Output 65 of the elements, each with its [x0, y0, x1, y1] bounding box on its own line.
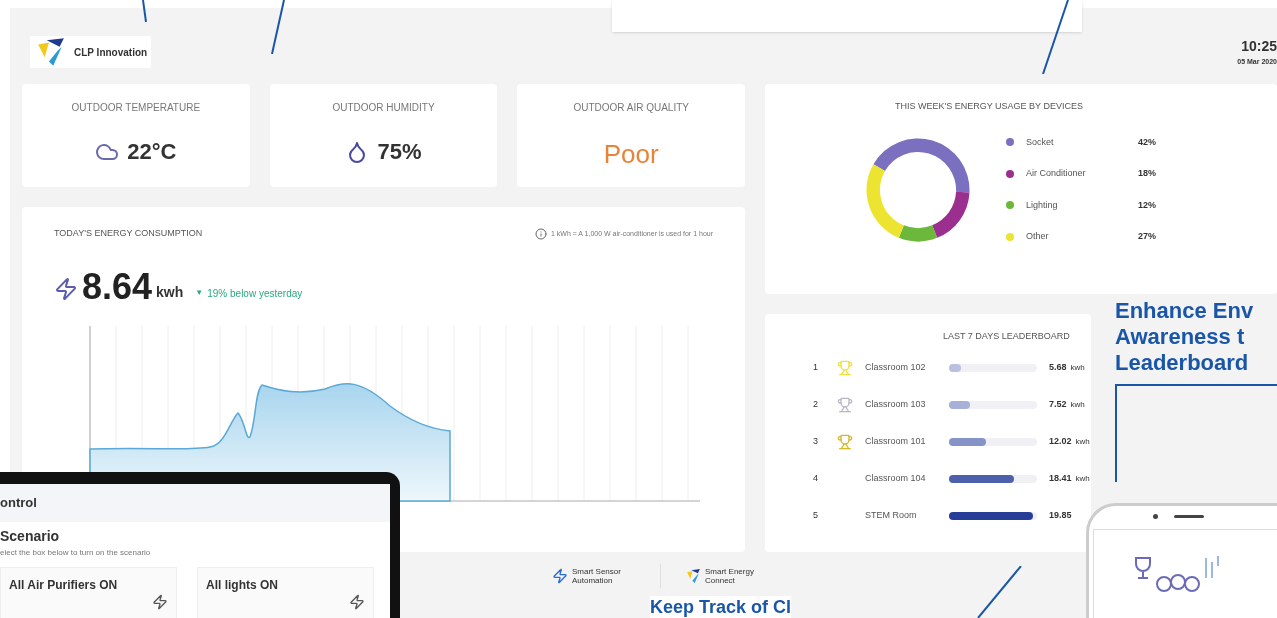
lightning-icon [349, 594, 365, 610]
scenario-label: All lights ON [206, 577, 279, 594]
rank-number: 2 [813, 397, 819, 411]
camera-icon [1153, 514, 1158, 519]
leader-line [271, 0, 285, 54]
stat-value: Poor [603, 138, 659, 171]
room-name: Classroom 103 [865, 397, 927, 411]
clock-time: 10:25 [1241, 37, 1277, 56]
usage-value: 7.52 [1049, 397, 1067, 411]
legend-value: 12% [1138, 198, 1156, 212]
usage-value: 18.41 [1049, 471, 1072, 485]
rank-number: 3 [813, 434, 819, 448]
legend-label: Lighting [1026, 198, 1059, 212]
stat-label: OUTDOOR HUMIDITY [332, 101, 435, 115]
rank-number: 4 [813, 471, 819, 485]
stat-label: OUTDOOR AIR QUALITY [573, 101, 689, 115]
scenario-card[interactable]: All Air Purifiers ON [0, 567, 177, 618]
tablet-title: ontrol [0, 494, 37, 513]
usage-unit: kwh [1070, 361, 1085, 374]
energy-title: TODAY'S ENERGY CONSUMPTION [54, 227, 203, 240]
usage-unit: kwh [1075, 435, 1090, 448]
stat-value: 75% [377, 138, 422, 166]
usage-unit: kwh [1070, 398, 1085, 411]
room-name: Classroom 102 [865, 360, 927, 374]
legend-value: 42% [1138, 135, 1156, 149]
usage-value: 19.85 [1049, 508, 1072, 522]
energy-value: 8.64 [82, 268, 153, 305]
stat-value: 22°C [127, 138, 177, 166]
usage-unit: kwh [1075, 472, 1090, 485]
legend-value: 18% [1138, 167, 1156, 180]
info-icon [534, 227, 547, 240]
usage-value: 5.68 [1049, 360, 1067, 374]
leader-line [977, 566, 1022, 618]
legend-label: Other [1026, 230, 1050, 243]
rank-number: 5 [813, 508, 819, 522]
callout-heading: Enhance Env [1115, 298, 1255, 324]
room-name: Classroom 104 [865, 471, 927, 485]
trend-text: 19% below yesterday [207, 286, 303, 301]
brand-name: CLP Innovation [74, 45, 148, 60]
room-name: Classroom 101 [865, 434, 927, 448]
scenario-card[interactable]: All lights ON [197, 567, 374, 618]
devices-title: THIS WEEK'S ENERGY USAGE BY DEVICES [895, 100, 1083, 113]
legend-label: Socket [1026, 135, 1055, 149]
legend-value: 27% [1138, 230, 1156, 243]
scenario-hint: elect the box below to turn on the scenario [0, 547, 152, 559]
callout-heading: Awareness t [1115, 324, 1246, 350]
lightning-icon [552, 568, 568, 584]
logo-icon [685, 568, 701, 584]
scenario-heading: Scenario [0, 527, 61, 546]
leader-line [142, 0, 147, 22]
stat-label: OUTDOOR TEMPERATURE [71, 101, 201, 115]
usage-value: 12.02 [1049, 434, 1072, 448]
legend-label: Air Conditioner [1026, 167, 1087, 180]
callout-heading: Keep Track of Cl [650, 597, 792, 617]
rank-number: 1 [813, 360, 819, 374]
speaker-icon [1174, 515, 1204, 518]
scenario-label: All Air Purifiers ON [9, 577, 119, 594]
footer-logo-text: Smart Sensor Automation [572, 567, 622, 585]
leaderboard-title: LAST 7 DAYS LEADERBOARD [943, 330, 1071, 343]
footer-logo-text: Smart Energy Connect [705, 567, 755, 585]
energy-unit: kwh [156, 282, 184, 302]
trend-arrow: ▼ [195, 286, 204, 299]
callout-heading: Leaderboard [1115, 350, 1250, 376]
lightning-icon [152, 594, 168, 610]
room-name: STEM Room [865, 508, 918, 522]
